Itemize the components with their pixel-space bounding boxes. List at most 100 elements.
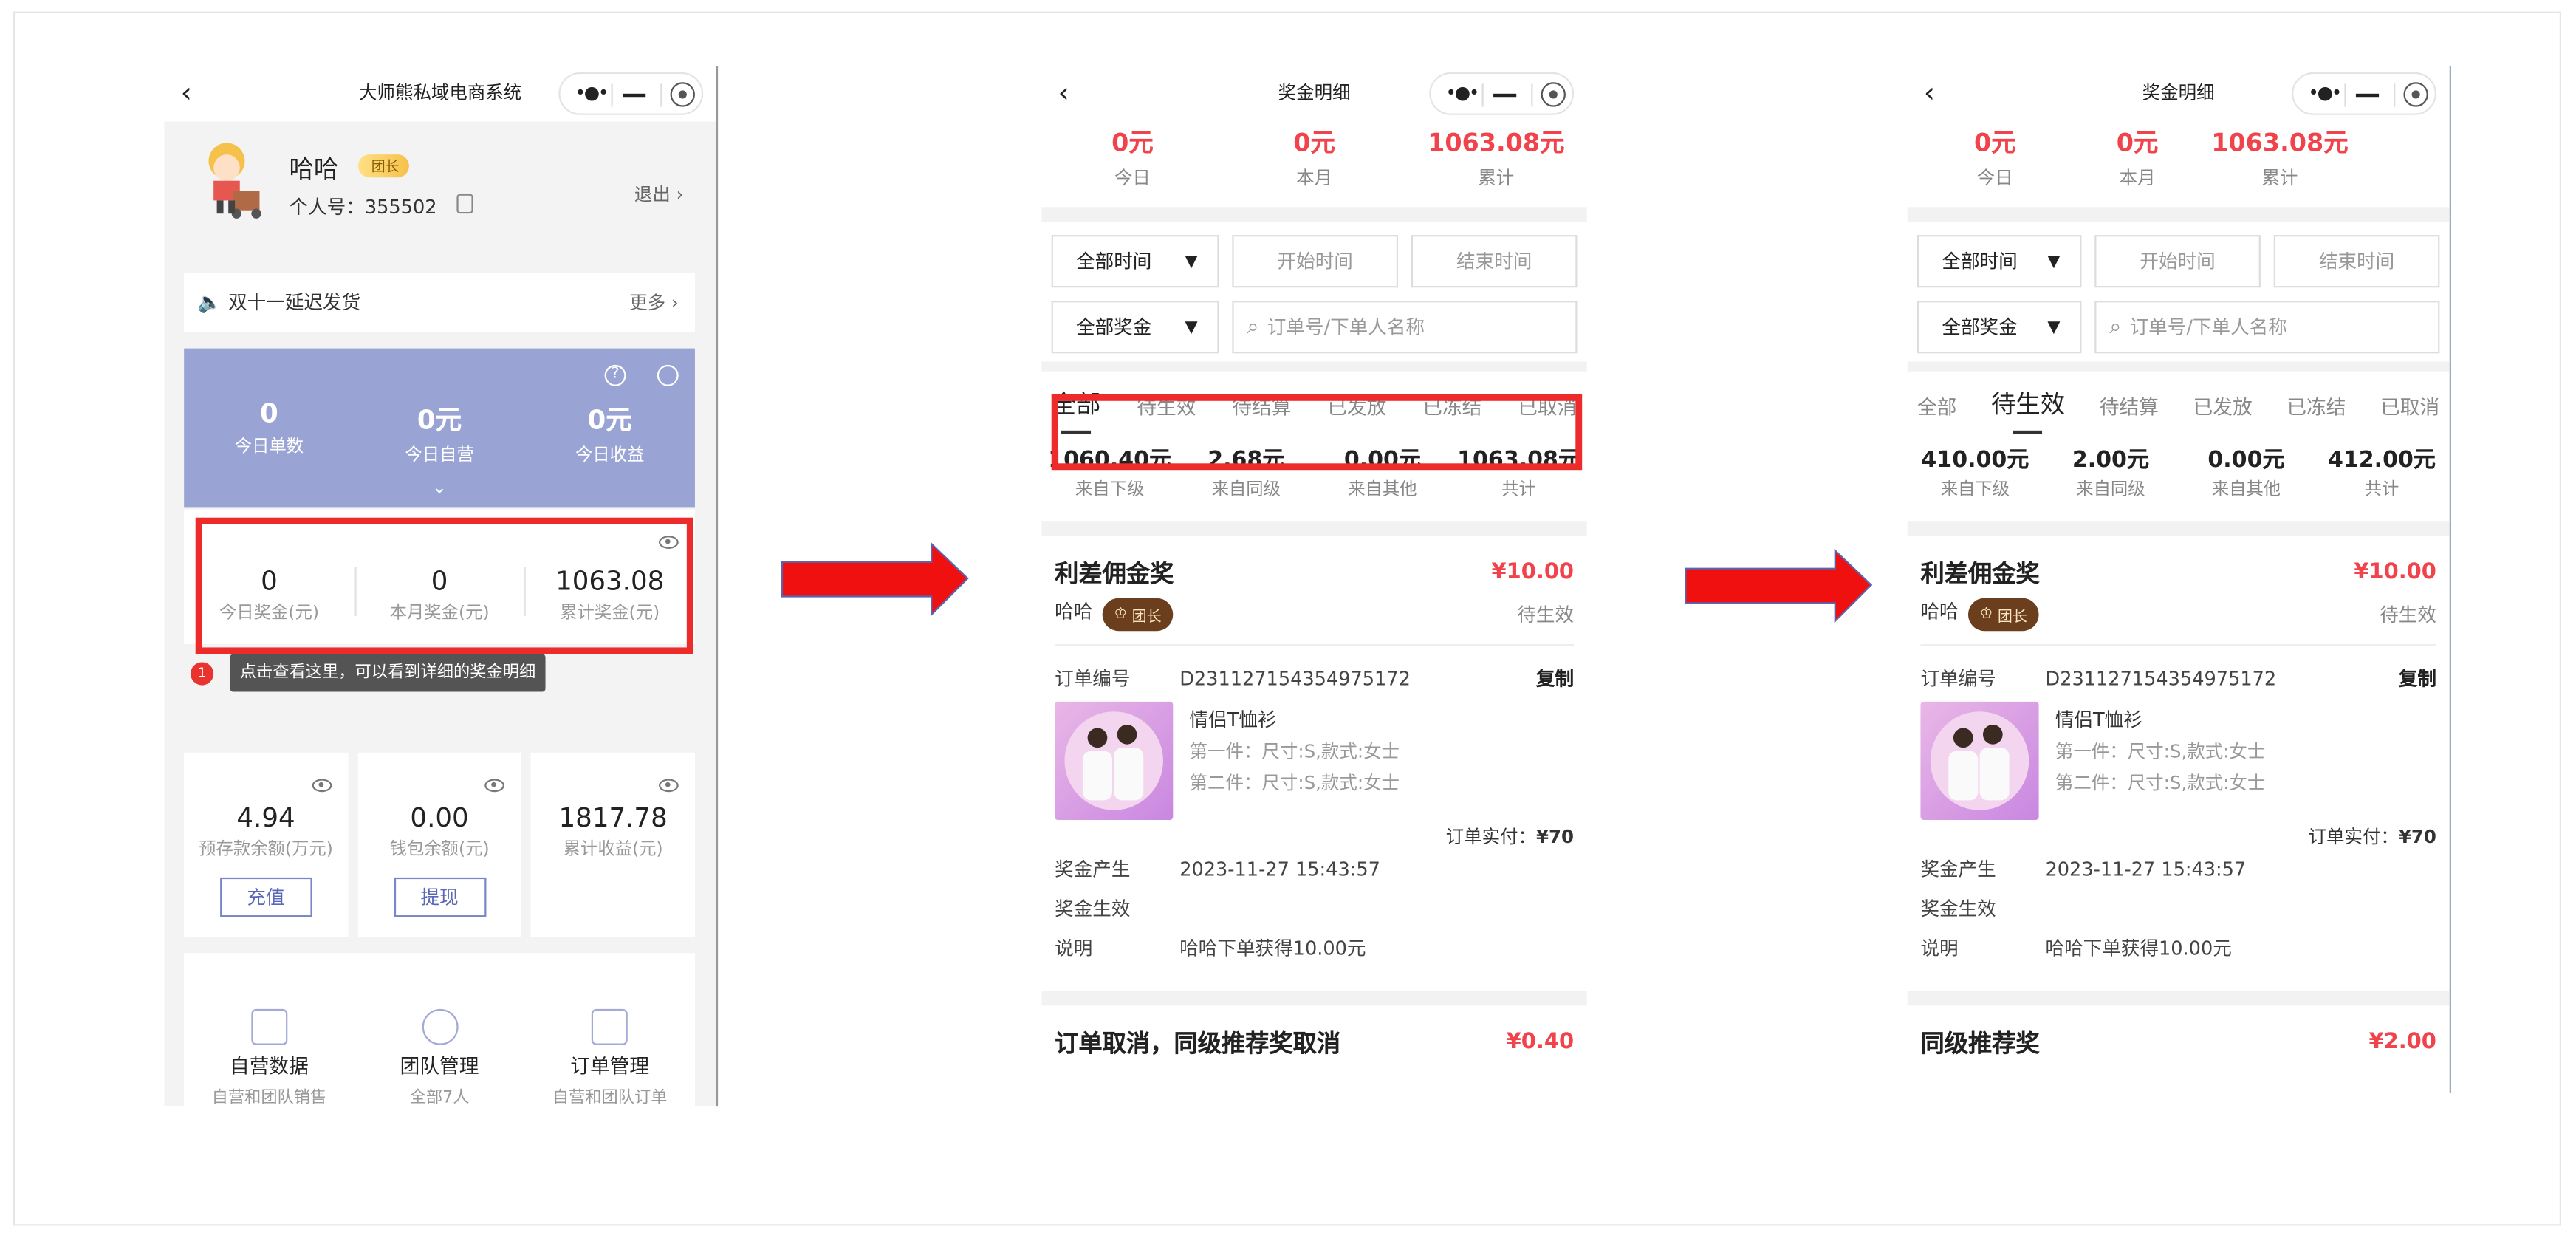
bonus-amount: ¥10.00 (2354, 560, 2436, 585)
leader-tag: ♔ 团长 (1967, 598, 2039, 632)
dropdown-icon: ▼ (1185, 318, 1198, 336)
more-dots-icon[interactable]: •●• (575, 82, 609, 103)
search-input[interactable]: ⌕ 订单号/下单人名称 (1232, 301, 1578, 354)
record-icon[interactable] (1541, 82, 1566, 107)
product-name: 情侣T恤衫 (1189, 708, 1277, 731)
search-icon: ⌕ (2109, 314, 2122, 340)
bonus-card[interactable]: 利差佣金奖 ¥10.00 哈哈 ♔ 团长 待生效 订单编号 D2311271543549… (1908, 555, 2450, 961)
bonus-title: 利差佣金奖 (1920, 561, 2040, 589)
tab-cancelled[interactable]: 已取消 (2380, 393, 2439, 431)
start-time-input[interactable]: 开始时间 (2094, 235, 2261, 288)
avatar (208, 143, 261, 219)
bonus-status: 待生效 (2380, 603, 2436, 626)
speaker-icon: 🔈 (196, 290, 222, 314)
chevron-right-icon: › (676, 184, 684, 206)
tab-unsettled[interactable]: 待结算 (2100, 393, 2159, 431)
mini-program-capsule: •●• (1429, 72, 1575, 115)
record-icon[interactable] (670, 82, 695, 107)
bonus-card[interactable]: 订单取消，同级推荐奖取消 ¥0.40 (1041, 1025, 1587, 1060)
arrow-right-icon (781, 542, 969, 617)
tab-all[interactable]: 全部 (1917, 393, 1956, 431)
today-orders: 0 今日单数 (234, 397, 304, 457)
eye-icon[interactable] (484, 779, 505, 793)
step-number-badge: 1 (191, 662, 214, 686)
crown-icon: ♔ (1114, 606, 1128, 623)
eye-icon[interactable] (659, 779, 679, 793)
top-bar: ‹ 奖金明细 •●• (1908, 66, 2450, 122)
tab-paid[interactable]: 已发放 (2193, 393, 2253, 431)
tab-frozen[interactable]: 已冻结 (2286, 393, 2346, 431)
settings-icon[interactable] (657, 364, 679, 386)
notice-bar[interactable]: 🔈 双十一延迟发货 更多 › (184, 273, 695, 332)
today-stats-panel: ? 0 今日单数 0元 今日自营 0元 今日收益 ⌄ (184, 348, 695, 508)
notice-more-link[interactable]: 更多 › (629, 290, 679, 316)
grid-orders[interactable]: 订单管理 自营和团队订单 (524, 1008, 695, 1106)
start-time-input[interactable]: 开始时间 (1232, 235, 1399, 288)
bonus-type-select[interactable]: 全部奖金 ▼ (1051, 301, 1219, 354)
more-dots-icon[interactable]: •●• (1446, 82, 1480, 103)
arrow-right-icon (1685, 548, 1873, 623)
minimize-icon[interactable] (623, 93, 646, 98)
chart-icon (250, 1008, 287, 1045)
dropdown-icon: ▼ (2047, 252, 2061, 270)
phone-bonus-all: ‹ 奖金明细 •●• 0元 今日 0元 本月 1063.08元 累计 全部时间 ▼ 开始… (1041, 65, 1587, 1107)
total-income: 1817.78 累计收益(元) (531, 752, 695, 937)
copy-icon[interactable] (456, 194, 473, 214)
time-select[interactable]: 全部时间 ▼ (1916, 235, 2082, 288)
end-time-input[interactable]: 结束时间 (2273, 235, 2440, 288)
top-bar: ‹ 奖金明细 •●• (1041, 66, 1587, 122)
product-spec: 第一件：尺寸:S,款式:女士 (1189, 741, 1400, 763)
tab-pending[interactable]: 待生效 (1991, 386, 2065, 434)
team-icon (421, 1008, 458, 1045)
minimize-icon[interactable] (1493, 93, 1517, 98)
copy-button[interactable]: 复制 (1536, 666, 1574, 692)
withdraw-button[interactable]: 提现 (393, 877, 486, 917)
copy-button[interactable]: 复制 (2399, 666, 2436, 692)
bonus-user: 哈哈 (1920, 599, 1959, 623)
bonus-user: 哈哈 (1055, 599, 1093, 623)
eye-icon[interactable] (311, 779, 332, 793)
end-time-input[interactable]: 结束时间 (1411, 235, 1578, 288)
chevron-down-icon[interactable]: ⌄ (184, 476, 695, 498)
order-paid: 订单实付：¥70 (2308, 826, 2436, 848)
user-id: 个人号：355502 (289, 195, 437, 219)
search-input[interactable]: ⌕ 订单号/下单人名称 (2094, 301, 2440, 354)
mini-program-capsule: •●• (558, 72, 704, 115)
wallet-panel: 4.94 预存款余额(万元) 充值 0.00 钱包余额(元) 提现 1817.78 累计收… (184, 752, 695, 937)
time-select[interactable]: 全部时间 ▼ (1051, 235, 1219, 288)
bonus-amount: ¥10.00 (1491, 560, 1575, 585)
highlight-box-tabs (1051, 394, 1583, 471)
tutorial-canvas: ‹ 大师熊私域电商系统 •●• 哈哈 团长 个人号：355502 退出 › 🔈 … (0, 0, 2576, 1236)
more-dots-icon[interactable]: •●• (2308, 82, 2342, 103)
product-spec: 第一件：尺寸:S,款式:女士 (2055, 741, 2266, 763)
dropdown-icon: ▼ (1185, 252, 1198, 270)
grid-team[interactable]: 团队管理 全部7人 (354, 1008, 525, 1106)
today-self: 0元 今日自营 (405, 404, 474, 465)
wallet-balance: 0.00 钱包余额(元) 提现 (357, 752, 521, 937)
prepaid-balance: 4.94 预存款余额(万元) 充值 (184, 752, 348, 937)
bonus-summary: 0元 今日 0元 本月 1063.08元 累计 (1111, 128, 1565, 189)
product-image (1055, 701, 1174, 821)
bonus-card[interactable]: 同级推荐奖 ¥2.00 (1908, 1025, 2450, 1060)
tutorial-tooltip: 点击查看这里，可以看到详细的奖金明细 (230, 654, 546, 692)
product-spec: 第二件：尺寸:S,款式:女士 (2055, 772, 2266, 794)
logout-label: 退出 (634, 184, 671, 206)
record-icon[interactable] (2403, 82, 2428, 107)
recharge-button[interactable]: 充值 (219, 877, 312, 917)
product-image (1920, 701, 2039, 821)
source-totals: 410.00元 来自下级 2.00元 来自同级 0.00元 来自其他 412.00元共… (1921, 447, 2436, 500)
highlight-box-bonus (195, 517, 693, 654)
bonus-time: 2023-11-27 15:43:57 (2045, 858, 2247, 881)
bonus-card[interactable]: 利差佣金奖 ¥10.00 哈哈 ♔ 团长 待生效 订单编号 D2311271543549… (1041, 555, 1587, 961)
mini-program-capsule: •●• (2292, 72, 2436, 115)
order-paid: 订单实付：¥70 (1445, 826, 1575, 848)
logout-link[interactable]: 退出 › (634, 181, 684, 208)
leader-tag: ♔ 团长 (1102, 598, 1174, 632)
phone-bonus-pending: ‹ 奖金明细 •●• 0元 今日 0元 本月 1063.08元 累计 全部时间 ▼ 开始… (1907, 65, 2451, 1093)
minimize-icon[interactable] (2355, 93, 2380, 98)
function-grid: 自营数据 自营和团队销售 团队管理 全部7人 订单管理 自营和团队订单 (184, 953, 695, 1107)
grid-self-data[interactable]: 自营数据 自营和团队销售 (184, 1008, 354, 1106)
help-icon[interactable]: ? (604, 364, 626, 386)
bonus-title: 利差佣金奖 (1055, 561, 1174, 589)
bonus-type-select[interactable]: 全部奖金 ▼ (1916, 301, 2082, 354)
